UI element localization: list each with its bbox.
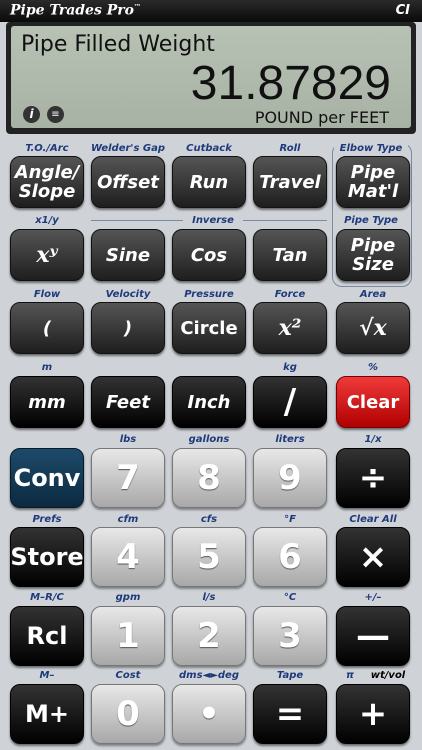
label-roll: Roll [279, 143, 301, 154]
label-tape: Tape [276, 670, 304, 681]
label-x-root: x1/y [35, 215, 59, 226]
digit-5-button[interactable]: 5 [172, 527, 246, 587]
label-m: m [41, 362, 53, 373]
digit-4-button[interactable]: 4 [91, 527, 165, 587]
label-prefs: Prefs [32, 514, 62, 525]
digit-1-button[interactable]: 1 [91, 606, 165, 666]
inverse-line-right [243, 220, 327, 221]
app-title: Pipe Trades Pro™ [10, 2, 141, 19]
label-elbow-type: Elbow Type [334, 143, 408, 154]
title-bar: Pipe Trades Pro™ CI [0, 0, 422, 22]
label-inverse: Inverse [192, 215, 234, 226]
divide-button[interactable]: ÷ [336, 448, 410, 508]
digit-9-button[interactable]: 9 [253, 448, 327, 508]
equals-button[interactable]: = [253, 684, 327, 744]
display-unit: POUND per FEET [254, 108, 389, 127]
memory-plus-button[interactable]: M+ [10, 684, 84, 744]
display-panel: Pipe Filled Weight 31.87829 POUND per FE… [6, 22, 416, 134]
label-clear-all: Clear All [349, 514, 397, 525]
offset-button[interactable]: Offset [91, 156, 165, 208]
conv-button[interactable]: Conv [10, 448, 84, 508]
label-cost: Cost [115, 670, 141, 681]
pipe-material-button[interactable]: Pipe Mat'l [336, 156, 410, 208]
label-lbs: lbs [119, 434, 137, 445]
digit-2-button[interactable]: 2 [172, 606, 246, 666]
brand-badge: CI [395, 3, 410, 18]
cos-button[interactable]: Cos [172, 229, 246, 281]
label-area: Area [359, 289, 387, 300]
digit-6-button[interactable]: 6 [253, 527, 327, 587]
multiply-button[interactable]: × [336, 527, 410, 587]
plus-button[interactable]: + [336, 684, 410, 744]
label-cfs: cfs [200, 514, 218, 525]
label-flow: Flow [33, 289, 61, 300]
angle-slope-button[interactable]: Angle/ Slope [10, 156, 84, 208]
label-pressure: Pressure [184, 289, 234, 300]
digit-8-button[interactable]: 8 [172, 448, 246, 508]
power-button[interactable]: xʸ [10, 229, 84, 281]
decimal-point-button[interactable]: • [172, 684, 246, 744]
label-percent: % [367, 362, 379, 373]
info-icon[interactable]: i [23, 106, 40, 123]
label-liters: liters [275, 434, 305, 445]
label-gallons: gallons [188, 434, 230, 445]
digit-3-button[interactable]: 3 [253, 606, 327, 666]
run-button[interactable]: Run [172, 156, 246, 208]
label-reciprocal: 1/x [364, 434, 382, 445]
label-force: Force [274, 289, 306, 300]
clear-button[interactable]: Clear [336, 376, 410, 428]
inch-button[interactable]: Inch [172, 376, 246, 428]
digit-0-button[interactable]: 0 [91, 684, 165, 744]
label-welders-gap: Welder's Gap [90, 143, 166, 154]
display-label: Pipe Filled Weight [21, 32, 215, 57]
store-button[interactable]: Store [10, 527, 84, 587]
label-memory-minus: M– [39, 670, 55, 681]
label-cutback: Cutback [186, 143, 232, 154]
label-cfm: cfm [117, 514, 139, 525]
feet-button[interactable]: Feet [91, 376, 165, 428]
label-weight-volume: wt/vol [370, 670, 406, 681]
label-pipe-type: Pipe Type [334, 215, 408, 226]
lcd-screen: Pipe Filled Weight 31.87829 POUND per FE… [11, 26, 411, 128]
digit-7-button[interactable]: 7 [91, 448, 165, 508]
square-button[interactable]: x² [253, 302, 327, 354]
close-paren-button[interactable]: ) [91, 302, 165, 354]
display-value: 31.87829 [190, 57, 391, 110]
label-gpm: gpm [115, 592, 141, 603]
label-celsius: °C [283, 592, 297, 603]
label-kg: kg [283, 362, 297, 373]
square-root-button[interactable]: √x [336, 302, 410, 354]
label-memory-recall-clear: M–R/C [30, 592, 64, 603]
minus-button[interactable]: — [336, 606, 410, 666]
recall-button[interactable]: Rcl [10, 606, 84, 666]
travel-button[interactable]: Travel [253, 156, 327, 208]
label-dms-deg: dms◄►deg [178, 670, 239, 681]
label-fahrenheit: °F [284, 514, 296, 525]
tan-button[interactable]: Tan [253, 229, 327, 281]
label-liters-per-second: l/s [202, 592, 216, 603]
circle-button[interactable]: Circle [172, 302, 246, 354]
label-pi: π [346, 670, 354, 681]
notes-icon[interactable]: ≡ [47, 106, 64, 123]
open-paren-button[interactable]: ( [10, 302, 84, 354]
label-to-arc: T.O./Arc [25, 143, 69, 154]
label-plus-minus: +/– [364, 592, 382, 603]
pipe-size-button[interactable]: Pipe Size [336, 229, 410, 281]
fraction-slash-button[interactable]: / [253, 376, 327, 428]
label-velocity: Velocity [105, 289, 151, 300]
inverse-line-left [91, 220, 183, 221]
sine-button[interactable]: Sine [91, 229, 165, 281]
mm-button[interactable]: mm [10, 376, 84, 428]
